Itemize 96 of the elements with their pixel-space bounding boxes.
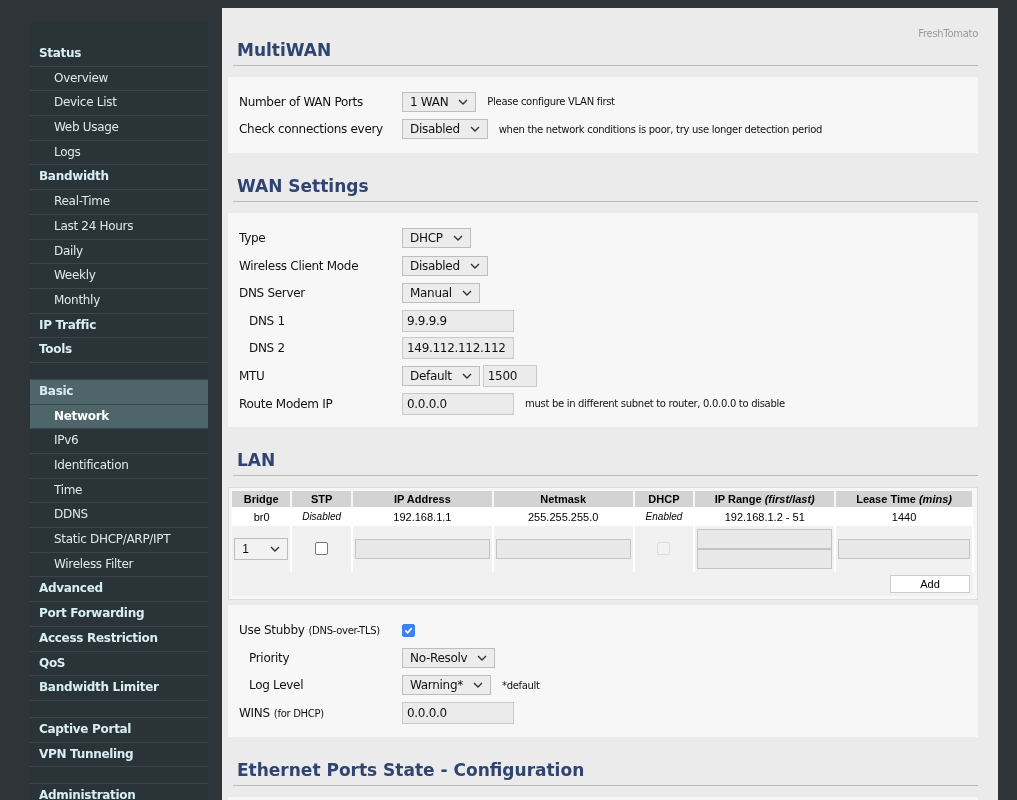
sidebar-item[interactable]: Weekly — [30, 264, 208, 289]
sidebar-section[interactable]: Port Forwarding — [30, 602, 208, 627]
hint-text: must be in different subnet to router, 0.0.0.0 to disable — [525, 398, 785, 410]
field-label: Priority — [248, 650, 291, 665]
sidebar-section[interactable]: Basic — [30, 379, 208, 405]
sidebar-item[interactable]: Monthly — [30, 288, 208, 314]
input-field[interactable] — [838, 539, 970, 560]
field-label: Type — [239, 231, 267, 245]
section-heading: Ethernet Ports State - Configuration — [233, 758, 978, 786]
column-header: Bridge — [232, 491, 292, 508]
input-field[interactable]: 149.112.112.112 — [402, 337, 514, 360]
chevron-icon — [472, 682, 483, 689]
checkbox[interactable] — [402, 623, 415, 637]
sidebar-section[interactable]: QoS — [30, 651, 208, 677]
dropdown[interactable]: No-Resolv — [402, 647, 496, 668]
checkbox[interactable] — [315, 541, 329, 555]
sidebar-item[interactable]: Real-Time — [30, 190, 208, 215]
section-heading: LAN — [233, 449, 978, 477]
chevron-icon — [458, 98, 469, 105]
sidebar-section[interactable]: Bandwidth — [30, 165, 208, 191]
sidebar-section[interactable]: IP Traffic — [30, 313, 208, 339]
dropdown[interactable]: 1 — [234, 538, 289, 561]
column-header: IP Range (first/last) — [694, 491, 836, 508]
column-header: IP Address — [352, 491, 493, 508]
hint-text: when the network conditions is poor, try use longer detection period — [498, 123, 823, 135]
sidebar-item[interactable]: Last 24 Hours — [30, 214, 208, 240]
sidebar-item[interactable]: IPv6 — [30, 429, 208, 454]
chevron-icon — [461, 372, 472, 379]
column-header: DHCP — [633, 491, 695, 508]
table-cell: br0 — [232, 507, 292, 527]
sidebar-item[interactable]: Time — [30, 478, 208, 504]
sidebar-item[interactable]: Daily — [30, 239, 208, 265]
sidebar-section[interactable]: Tools — [30, 338, 208, 363]
sidebar-section[interactable]: Advanced — [30, 577, 208, 603]
field-label: Wireless Client Mode — [239, 258, 360, 273]
dropdown[interactable]: Warning* — [402, 675, 491, 696]
field-label: DNS 1 — [248, 313, 286, 328]
field-label: Route Modem IP — [239, 396, 334, 411]
column-header: Netmask — [492, 491, 634, 508]
chevron-icon — [270, 546, 281, 553]
sidebar-section[interactable]: Status — [30, 42, 208, 67]
table-cell: Enabled — [633, 507, 695, 527]
table-cell: 255.255.255.0 — [492, 507, 634, 527]
field-label: Use Stubby (DNS-over-TLS) — [239, 623, 381, 638]
chevron-icon — [469, 262, 480, 269]
table-cell: Disabled — [291, 507, 352, 527]
chevron-icon — [469, 126, 480, 133]
dropdown[interactable]: Disabled — [402, 119, 488, 140]
sidebar-section[interactable]: Captive Portal — [30, 717, 208, 743]
field-label: Number of WAN Ports — [239, 94, 364, 109]
dropdown[interactable]: Manual — [402, 283, 480, 304]
input-field[interactable]: 0.0.0.0 — [402, 392, 514, 415]
chevron-icon — [452, 235, 463, 241]
sidebar-item[interactable]: Logs — [30, 140, 208, 166]
input-field[interactable]: 1500 — [482, 364, 537, 387]
sidebar-section[interactable]: Access Restriction — [30, 626, 208, 652]
chevron-icon — [477, 654, 488, 661]
dropdown[interactable]: Disabled — [402, 255, 488, 276]
sidebar-item[interactable]: Device List — [30, 91, 208, 117]
field-label: DNS 2 — [248, 341, 286, 356]
brand-label: FreshTomato — [918, 28, 978, 39]
dropdown[interactable]: Default — [402, 365, 480, 386]
table-cell: 1440 — [835, 507, 973, 527]
sidebar-section[interactable]: Bandwidth Limiter — [30, 676, 208, 701]
chevron-icon — [461, 290, 472, 297]
section-heading: WAN Settings — [233, 175, 978, 203]
hint-text: Please configure VLAN first — [487, 96, 615, 108]
input-field[interactable]: 9.9.9.9 — [402, 309, 514, 332]
sidebar-item[interactable]: Static DHCP/ARP/IPT — [30, 528, 208, 553]
section-heading: MultiWAN — [233, 39, 978, 66]
sidebar-section[interactable]: Administration — [30, 784, 208, 800]
column-header: STP — [291, 491, 352, 508]
hint-text: *default — [501, 679, 540, 691]
dropdown[interactable]: DHCP — [402, 228, 471, 248]
column-header: Lease Time (mins) — [835, 491, 973, 508]
field-label: MTU — [239, 368, 266, 383]
field-label: WINS (for DHCP) — [239, 705, 325, 720]
table-cell: 192.168.1.1 — [352, 507, 493, 527]
field-label: DNS Server — [239, 286, 307, 301]
input-field[interactable] — [697, 549, 833, 570]
dropdown[interactable]: 1 WAN — [402, 91, 477, 112]
field-label: Log Level — [248, 678, 305, 693]
table-cell: 192.168.1.2 - 51 — [694, 507, 836, 527]
sidebar-item[interactable]: Identification — [30, 454, 208, 479]
add-button[interactable]: Add — [890, 575, 970, 594]
sidebar-item[interactable]: Wireless Filter — [30, 552, 208, 578]
sidebar-item[interactable]: DDNS — [30, 503, 208, 529]
sidebar-item[interactable]: Network — [30, 404, 208, 430]
field-label: Check connections every — [239, 122, 384, 137]
input-field[interactable]: 0.0.0.0 — [402, 701, 514, 724]
sidebar-item[interactable]: Web Usage — [30, 116, 208, 141]
sidebar-item[interactable]: Overview — [30, 66, 208, 92]
sidebar-section[interactable]: VPN Tunneling — [30, 742, 208, 768]
input-field[interactable] — [355, 539, 490, 560]
input-field[interactable] — [697, 529, 833, 550]
input-field[interactable] — [495, 539, 631, 560]
